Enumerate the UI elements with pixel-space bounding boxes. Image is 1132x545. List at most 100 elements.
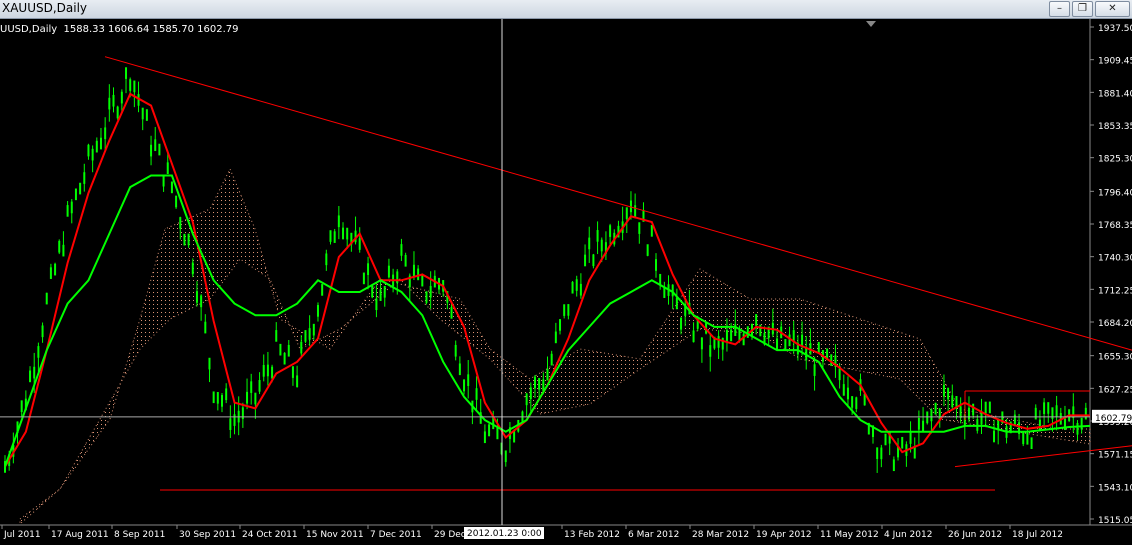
y-tick-label: 1543.10 [1098,483,1132,493]
price-chart[interactable]: 1937.50 1909.45 1881.40 1853.35 1825.30 1796.… [0,19,1132,541]
candle-body [880,447,883,460]
candle-body [575,279,578,291]
candle-body [158,143,161,156]
candle-body [99,137,102,150]
candle-body [250,381,253,393]
candle-body [429,285,432,298]
candle-body [191,262,194,275]
close-icon[interactable]: ✕ [1095,1,1130,17]
candle-body [58,240,61,253]
candle-body [592,254,595,267]
candle-body [150,144,153,157]
candle-body [29,370,32,383]
x-tick-label: 6 Mar 2012 [628,530,679,540]
y-tick-label: 1909.45 [1098,57,1132,67]
candle-body [20,400,23,412]
candle-body [342,227,345,240]
candle-body [329,230,332,242]
candle-body [892,459,895,472]
candle-body [37,346,40,358]
candle-body [262,365,265,377]
candle-body [488,424,491,437]
candle-body [784,339,787,351]
candle-body [930,409,933,422]
restore-icon[interactable]: ❐ [1072,1,1093,17]
title-bar: XAUUSD,Daily – ❐ ✕ [0,0,1132,19]
candle-body [692,330,695,343]
candle-body [730,329,733,342]
candle-body [379,289,382,301]
candle-body [1047,402,1050,414]
candle-body [851,396,854,408]
candle-body [275,330,278,342]
candle-body [179,217,182,229]
candle-body [321,284,324,296]
candle-body [909,432,912,444]
y-tick-label: 1825.30 [1098,155,1132,165]
price-marker: 1602.79 [1095,414,1132,424]
candle-body [1076,422,1079,435]
candle-body [91,148,94,161]
candle-body [1080,417,1083,430]
y-tick-label: 1881.40 [1098,89,1132,99]
chart-canvas[interactable]: 1937.50 1909.45 1881.40 1853.35 1825.30 1796.… [0,19,1132,541]
candle-body [700,337,703,350]
candle-body [742,333,745,346]
candle-body [346,227,349,240]
candle-body [876,447,879,459]
candle-body [383,285,386,298]
x-tick-label: 24 Oct 2011 [242,530,298,540]
x-tick-label: 17 Aug 2011 [51,530,109,540]
candle-body [967,407,970,420]
window-title: XAUUSD,Daily [2,1,88,15]
candle-body [112,94,115,107]
candle-body [450,307,453,319]
candle-body [838,368,841,381]
crosshair-label: 2012.01.23 0:00 [467,529,542,539]
candle-body [33,366,36,379]
candle-body [625,207,628,219]
candle-body [358,238,361,250]
candle-body [300,341,303,354]
candle-body [554,331,557,344]
candle-body [947,387,950,400]
x-tick-label: 15 Nov 2011 [306,530,364,540]
candle-body [316,305,319,317]
candle-body [788,334,791,347]
x-tick-label: 4 Jun 2012 [884,530,932,540]
candle-body [571,281,574,294]
candle-body [655,259,657,271]
candle-body [563,304,566,316]
candle-body [49,267,52,279]
candle-body [204,321,207,334]
candle-body [529,387,532,400]
candle-body [283,352,286,365]
candle-body [200,295,203,308]
candle-body [467,374,470,386]
y-tick-label: 1571.15 [1098,451,1132,461]
y-tick-label: 1684.20 [1098,319,1132,329]
candle-body [901,436,904,449]
candle-body [1034,407,1037,420]
candle-body [842,384,845,396]
candle-body [513,430,516,443]
x-tick-label: 13 Feb 2012 [564,530,620,540]
candle-body [216,391,219,404]
candle-body [533,376,536,389]
candle-body [917,418,920,430]
candle-body [208,357,211,370]
candle-body [79,182,82,195]
candle-body [400,244,403,256]
minimize-icon[interactable]: – [1049,1,1070,17]
candle-body [596,230,599,242]
candle-body [266,364,269,377]
candle-body [463,379,466,392]
candle-body [333,231,336,243]
candle-body [325,253,328,266]
candle-body [246,391,249,404]
candle-body [1026,432,1029,445]
x-tick-label: 28 Mar 2012 [692,530,749,540]
candle-body [396,271,399,284]
candle-body [717,336,720,348]
candle-body [1022,432,1025,445]
